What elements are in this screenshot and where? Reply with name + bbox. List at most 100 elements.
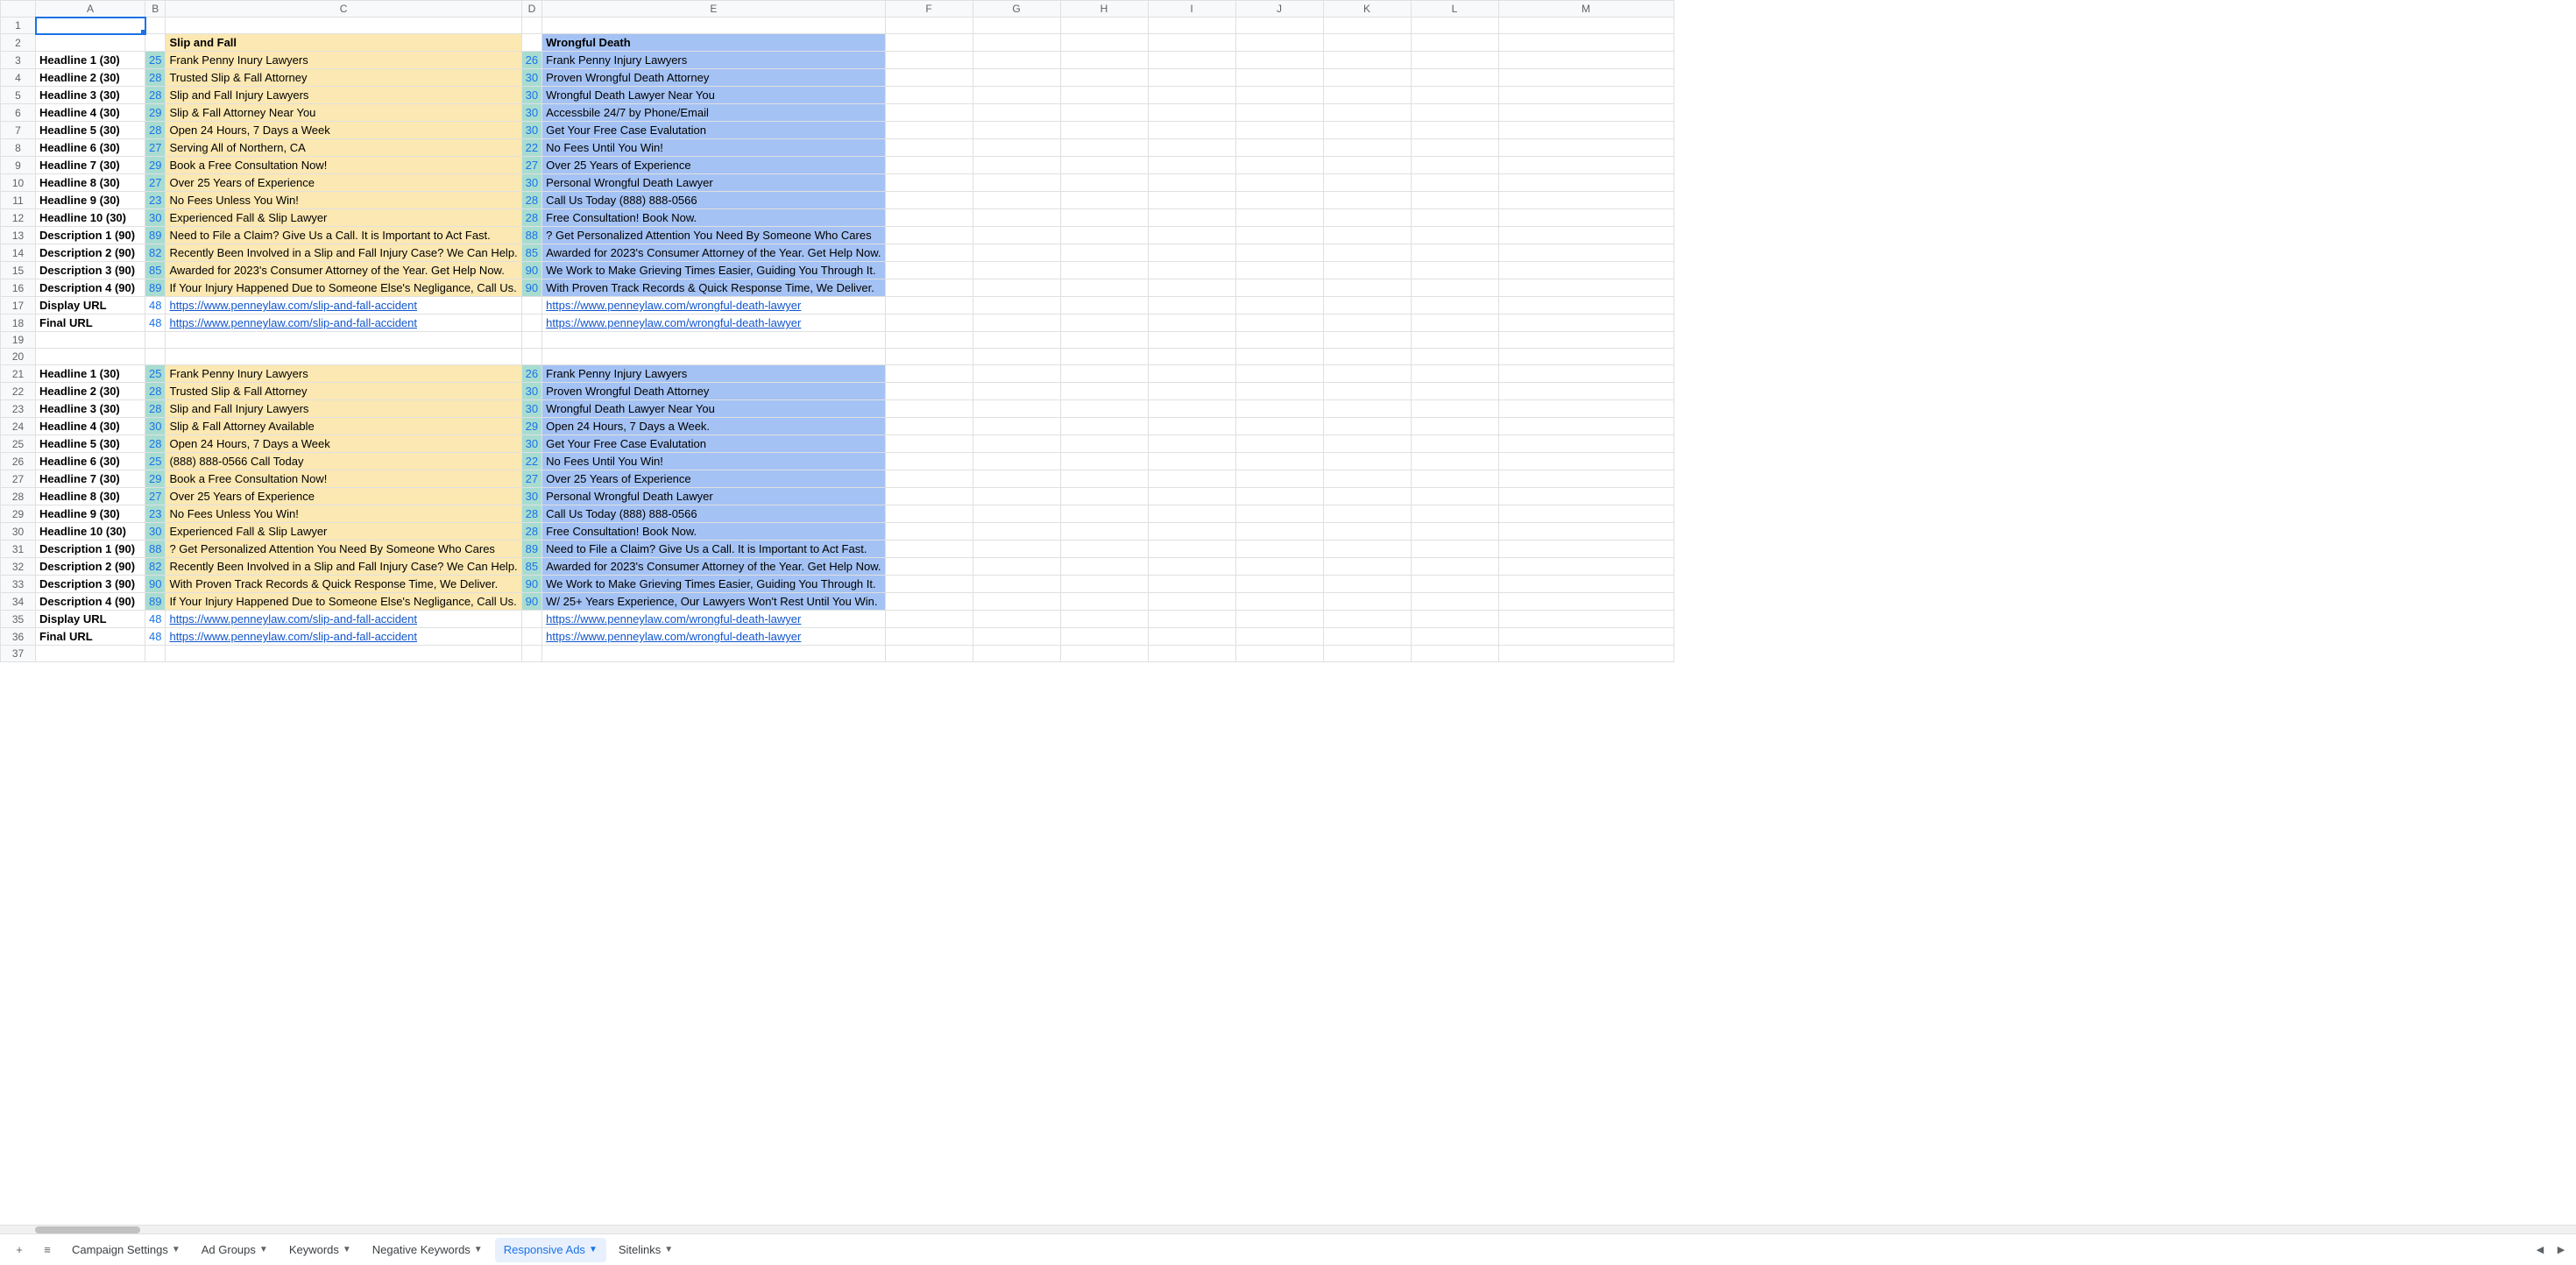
cell-C18[interactable]: https://www.penneylaw.com/slip-and-fall-… [166,314,521,332]
cell-H16[interactable] [1060,279,1148,297]
cell-K14[interactable] [1323,244,1411,262]
cell-A33[interactable]: Description 3 (90) [36,576,145,593]
cell-L33[interactable] [1411,576,1498,593]
cell-J16[interactable] [1235,279,1323,297]
cell-F9[interactable] [885,157,973,174]
cell-J32[interactable] [1235,558,1323,576]
cell-F17[interactable] [885,297,973,314]
cell-K29[interactable] [1323,505,1411,523]
cell-F7[interactable] [885,122,973,139]
cell-J14[interactable] [1235,244,1323,262]
cell-A29[interactable]: Headline 9 (30) [36,505,145,523]
cell-I30[interactable] [1148,523,1235,541]
cell-J29[interactable] [1235,505,1323,523]
cell-J6[interactable] [1235,104,1323,122]
cell-E23[interactable]: Wrongful Death Lawyer Near You [542,400,885,418]
cell-J3[interactable] [1235,52,1323,69]
cell-D12[interactable]: 28 [521,209,541,227]
cell-K15[interactable] [1323,262,1411,279]
row-header-7[interactable]: 7 [1,122,36,139]
cell-A16[interactable]: Description 4 (90) [36,279,145,297]
cell-C8[interactable]: Serving All of Northern, CA [166,139,521,157]
cell-L1[interactable] [1411,18,1498,34]
cell-D23[interactable]: 30 [521,400,541,418]
row-header-3[interactable]: 3 [1,52,36,69]
cell-F1[interactable] [885,18,973,34]
cell-L30[interactable] [1411,523,1498,541]
cell-G25[interactable] [973,435,1060,453]
cell-A37[interactable] [36,646,145,662]
cell-H36[interactable] [1060,628,1148,646]
cell-E31[interactable]: Need to File a Claim? Give Us a Call. It… [542,541,885,558]
cell-A35[interactable]: Display URL [36,611,145,628]
cell-B19[interactable] [145,332,166,349]
cell-F30[interactable] [885,523,973,541]
cell-K18[interactable] [1323,314,1411,332]
cell-L5[interactable] [1411,87,1498,104]
cell-F18[interactable] [885,314,973,332]
cell-K24[interactable] [1323,418,1411,435]
cell-G12[interactable] [973,209,1060,227]
cell-A31[interactable]: Description 1 (90) [36,541,145,558]
cell-G11[interactable] [973,192,1060,209]
cell-C17[interactable]: https://www.penneylaw.com/slip-and-fall-… [166,297,521,314]
cell-A26[interactable]: Headline 6 (30) [36,453,145,470]
cell-L31[interactable] [1411,541,1498,558]
cell-K31[interactable] [1323,541,1411,558]
cell-J26[interactable] [1235,453,1323,470]
cell-K20[interactable] [1323,349,1411,365]
cell-M15[interactable] [1498,262,1674,279]
cell-J10[interactable] [1235,174,1323,192]
cell-A10[interactable]: Headline 8 (30) [36,174,145,192]
cell-I2[interactable] [1148,34,1235,52]
cell-A7[interactable]: Headline 5 (30) [36,122,145,139]
cell-D4[interactable]: 30 [521,69,541,87]
row-header-4[interactable]: 4 [1,69,36,87]
cell-E19[interactable] [542,332,885,349]
cell-B21[interactable]: 25 [145,365,166,383]
row-header-28[interactable]: 28 [1,488,36,505]
cell-F12[interactable] [885,209,973,227]
cell-B22[interactable]: 28 [145,383,166,400]
cell-G24[interactable] [973,418,1060,435]
sheet-tab[interactable]: Campaign Settings▼ [63,1238,189,1262]
cell-D21[interactable]: 26 [521,365,541,383]
cell-A3[interactable]: Headline 1 (30) [36,52,145,69]
cell-C1[interactable] [166,18,521,34]
cell-M9[interactable] [1498,157,1674,174]
cell-C35[interactable]: https://www.penneylaw.com/slip-and-fall-… [166,611,521,628]
cell-E35[interactable]: https://www.penneylaw.com/wrongful-death… [542,611,885,628]
cell-E34[interactable]: W/ 25+ Years Experience, Our Lawyers Won… [542,593,885,611]
cell-E32[interactable]: Awarded for 2023's Consumer Attorney of … [542,558,885,576]
cell-C19[interactable] [166,332,521,349]
cell-F11[interactable] [885,192,973,209]
row-header-16[interactable]: 16 [1,279,36,297]
cell-I1[interactable] [1148,18,1235,34]
cell-M6[interactable] [1498,104,1674,122]
cell-K22[interactable] [1323,383,1411,400]
cell-G22[interactable] [973,383,1060,400]
cell-D30[interactable]: 28 [521,523,541,541]
cell-A14[interactable]: Description 2 (90) [36,244,145,262]
cell-link[interactable]: https://www.penneylaw.com/slip-and-fall-… [169,630,417,643]
cell-H30[interactable] [1060,523,1148,541]
column-header-A[interactable]: A [36,1,145,18]
cell-L17[interactable] [1411,297,1498,314]
row-header-8[interactable]: 8 [1,139,36,157]
cell-I8[interactable] [1148,139,1235,157]
cell-H17[interactable] [1060,297,1148,314]
cell-L15[interactable] [1411,262,1498,279]
cell-F22[interactable] [885,383,973,400]
cell-E5[interactable]: Wrongful Death Lawyer Near You [542,87,885,104]
cell-B4[interactable]: 28 [145,69,166,87]
row-header-12[interactable]: 12 [1,209,36,227]
cell-D22[interactable]: 30 [521,383,541,400]
cell-C20[interactable] [166,349,521,365]
cell-A1[interactable] [36,18,145,34]
cell-J23[interactable] [1235,400,1323,418]
cell-G27[interactable] [973,470,1060,488]
cell-E11[interactable]: Call Us Today (888) 888-0566 [542,192,885,209]
cell-C2[interactable]: Slip and Fall [166,34,521,52]
cell-G3[interactable] [973,52,1060,69]
cell-H9[interactable] [1060,157,1148,174]
